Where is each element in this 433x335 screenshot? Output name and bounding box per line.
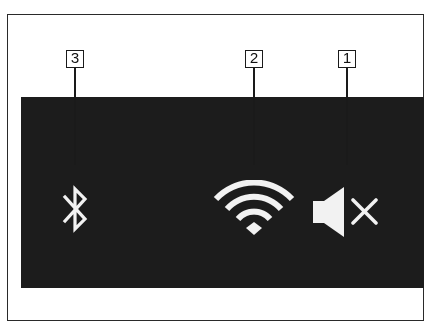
bluetooth-icon: [62, 185, 88, 233]
callout-1: 1: [338, 50, 356, 68]
callout-2-leader-line: [253, 68, 255, 165]
wifi-icon: [213, 180, 295, 235]
callout-1-leader-line: [346, 68, 348, 165]
callout-2: 2: [245, 50, 263, 68]
callout-3: 3: [66, 50, 84, 68]
speaker-muted-icon: [313, 187, 378, 237]
callout-3-leader-line: [74, 68, 76, 165]
